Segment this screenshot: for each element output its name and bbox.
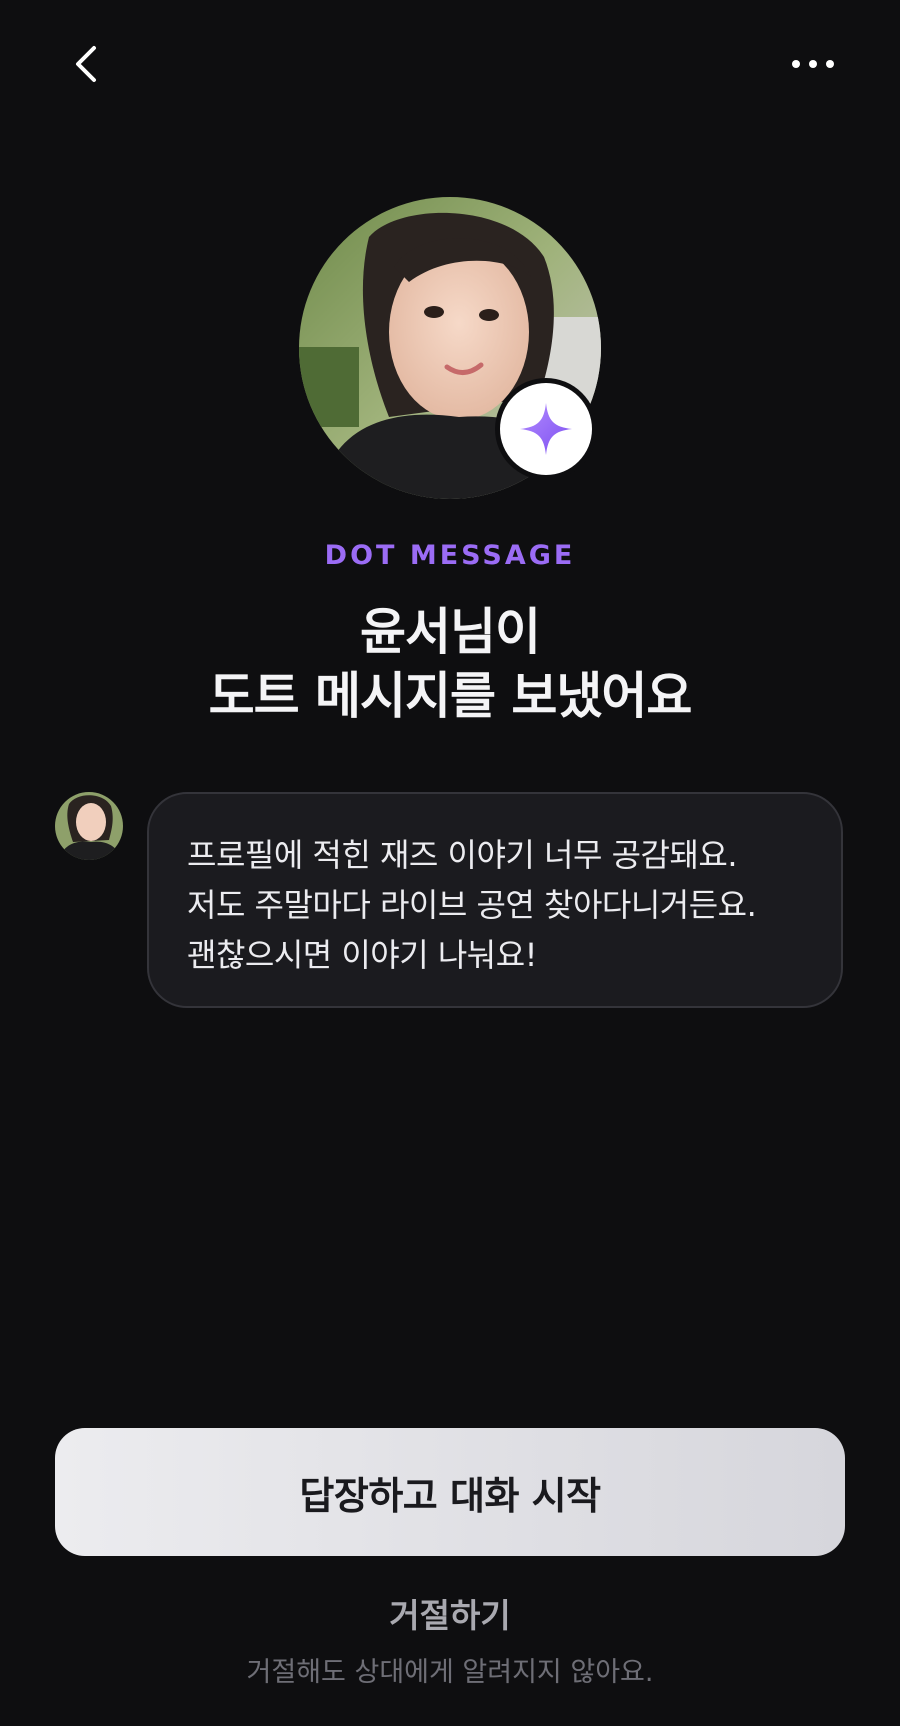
page-title-line-1: 윤서님이: [360, 603, 541, 661]
more-options-button[interactable]: [786, 40, 842, 88]
profile-avatar-group: [299, 197, 601, 499]
chevron-left-icon: [76, 46, 96, 82]
message-bubble: 프로필에 적힌 재즈 이야기 너무 공감돼요. 저도 주말마다 라이브 공연 찾…: [147, 792, 843, 1008]
message-line: 괜찮으시면 이야기 나눠요!: [187, 936, 538, 974]
reply-start-chat-button[interactable]: 답장하고 대화 시작: [55, 1428, 845, 1556]
sparkle-icon: [520, 403, 572, 455]
more-horizontal-icon: [792, 60, 834, 68]
sender-avatar[interactable]: [55, 792, 123, 860]
message-line: 프로필에 적힌 재즈 이야기 너무 공감돼요.: [187, 836, 738, 874]
page-title: 윤서님이 도트 메시지를 보냈어요: [0, 600, 900, 728]
dot-message-label: DOT MESSAGE: [324, 540, 576, 571]
page-title-line-2: 도트 메시지를 보냈어요: [208, 667, 693, 725]
top-bar: [0, 0, 900, 130]
message-line: 저도 주말마다 라이브 공연 찾아다니거든요.: [187, 886, 757, 924]
decline-button[interactable]: 거절하기: [330, 1588, 570, 1644]
back-button[interactable]: [62, 40, 110, 88]
decline-note: 거절해도 상대에게 알려지지 않아요.: [246, 1657, 654, 1688]
dot-message-badge: [495, 378, 597, 480]
